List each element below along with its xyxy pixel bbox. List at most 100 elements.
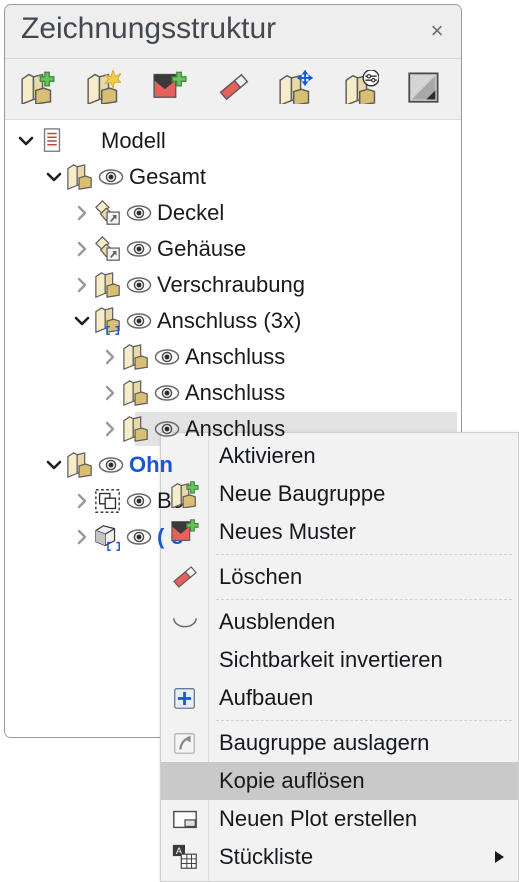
eye-icon[interactable] (125, 310, 153, 332)
blocks-plus-icon (161, 480, 208, 508)
tree-item-anschluss-2[interactable]: Anschluss (5, 376, 461, 410)
eye-icon[interactable] (125, 274, 153, 296)
assembly-array-icon (93, 307, 123, 335)
chevron-right-icon[interactable] (71, 526, 93, 548)
tree-item-label: Deckel (157, 200, 225, 225)
move-assembly-button[interactable] (273, 67, 319, 111)
tree-item-anschluss-1[interactable]: Anschluss (5, 340, 461, 374)
assembly-icon (65, 163, 95, 191)
tree-item-modell[interactable]: Modell (5, 124, 461, 158)
edit-assembly-button[interactable] (339, 67, 385, 111)
tree-item-gesamt[interactable]: Gesamt (5, 160, 461, 194)
boolean-group-icon (93, 487, 123, 515)
menu-separator-3 (161, 717, 518, 724)
menu-separator-2 (161, 596, 518, 603)
eye-icon[interactable] (125, 202, 153, 224)
body-array-icon (93, 523, 123, 551)
assembly-icon (121, 343, 151, 371)
new-sheet-button[interactable] (147, 67, 193, 111)
menu-item-label: Stückliste (219, 844, 314, 869)
sheet-plus-icon (161, 518, 208, 546)
plot-icon (161, 805, 208, 833)
menu-item-aktivieren[interactable]: Aktivieren (161, 437, 518, 475)
panel-title: Zeichnungsstruktur (21, 12, 277, 45)
eraser-icon (217, 70, 251, 109)
menu-item-ausblenden[interactable]: Ausblenden (161, 603, 518, 641)
chevron-right-icon[interactable] (71, 202, 93, 224)
menu-item-label: Aktivieren (219, 443, 316, 468)
tree-item-anschluss-3x[interactable]: Anschluss (3x) (5, 304, 461, 338)
eye-icon[interactable] (153, 346, 181, 368)
assembly-icon (121, 415, 151, 443)
chevron-down-icon[interactable] (71, 310, 93, 332)
menu-item-label: Neue Baugruppe (219, 481, 386, 506)
new-pattern-button[interactable] (81, 67, 127, 111)
menu-item-label: Ausblenden (219, 609, 336, 634)
tree-item-deckel[interactable]: Deckel (5, 196, 461, 230)
menu-item-kopie-aufloesen[interactable]: Kopie auflösen (161, 762, 518, 800)
menu-separator-1 (161, 551, 518, 558)
chevron-down-icon[interactable] (15, 130, 37, 152)
menu-item-label: Löschen (219, 564, 303, 589)
plus-box-icon (161, 684, 208, 712)
assembly-icon (121, 379, 151, 407)
blocks-plus-icon (21, 70, 55, 109)
submenu-arrow-icon (495, 851, 504, 863)
chevron-right-icon[interactable] (99, 418, 121, 440)
tree-item-label: Anschluss (185, 416, 286, 441)
tree-item-label: Gesamt (129, 164, 207, 189)
assembly-icon (65, 451, 95, 479)
tree-item-label: Modell (101, 128, 166, 153)
chevron-right-icon[interactable] (71, 274, 93, 296)
menu-item-stueckliste[interactable]: A Stückliste (161, 838, 518, 876)
eye-icon[interactable] (97, 454, 125, 476)
part-linked-icon (93, 235, 123, 263)
chevron-right-icon[interactable] (71, 238, 93, 260)
blocks-star-icon (87, 68, 123, 109)
blocks-settings-icon (345, 68, 380, 109)
blocks-move-icon (279, 69, 313, 109)
eye-icon[interactable] (97, 166, 125, 188)
menu-item-neuen-plot-erstellen[interactable]: Neuen Plot erstellen (161, 800, 518, 838)
menu-item-baugruppe-auslagern[interactable]: Baugruppe auslagern (161, 724, 518, 762)
menu-item-neue-baugruppe[interactable]: Neue Baugruppe (161, 475, 518, 513)
menu-item-label: Neuen Plot erstellen (219, 806, 418, 831)
delete-button[interactable] (211, 67, 257, 111)
menu-item-label: Aufbauen (219, 685, 314, 710)
close-icon[interactable]: × (422, 16, 452, 46)
menu-item-label: Kopie auflösen (219, 768, 365, 793)
chevron-right-icon[interactable] (99, 382, 121, 404)
new-assembly-button[interactable] (15, 67, 61, 111)
chevron-down-icon[interactable] (43, 454, 65, 476)
eye-icon[interactable] (153, 382, 181, 404)
panel-toolbar (5, 59, 461, 120)
chevron-down-icon[interactable] (43, 166, 65, 188)
eye-icon[interactable] (125, 490, 153, 512)
export-arrow-icon (161, 729, 208, 757)
chevron-right-icon[interactable] (71, 490, 93, 512)
tree-item-label: Anschluss (185, 344, 286, 369)
eye-icon[interactable] (125, 238, 153, 260)
menu-item-loeschen[interactable]: Löschen (161, 558, 518, 596)
menu-item-sichtbarkeit-invertieren[interactable]: Sichtbarkeit invertieren (161, 641, 518, 679)
tree-item-gehaeuse[interactable]: Gehäuse (5, 232, 461, 266)
panel-titlebar: Zeichnungsstruktur × (5, 5, 461, 59)
bom-table-icon: A (161, 843, 208, 871)
eye-icon[interactable] (153, 418, 181, 440)
eye-icon-placeholder (69, 130, 97, 152)
contrast-icon (407, 70, 441, 109)
menu-item-aufbauen[interactable]: Aufbauen (161, 679, 518, 717)
menu-item-label: Neues Muster (219, 519, 356, 544)
menu-item-label: Baugruppe auslagern (219, 730, 430, 755)
hide-arc-icon (161, 608, 208, 636)
eraser-icon (161, 563, 208, 591)
chevron-right-icon[interactable] (99, 346, 121, 368)
visibility-button[interactable] (401, 67, 447, 111)
assembly-icon (93, 271, 123, 299)
menu-item-neues-muster[interactable]: Neues Muster (161, 513, 518, 551)
tree-item-label: Anschluss (185, 380, 286, 405)
part-linked-icon (93, 199, 123, 227)
document-icon (37, 127, 67, 155)
tree-item-verschraubung[interactable]: Verschraubung (5, 268, 461, 302)
eye-icon[interactable] (125, 526, 153, 548)
